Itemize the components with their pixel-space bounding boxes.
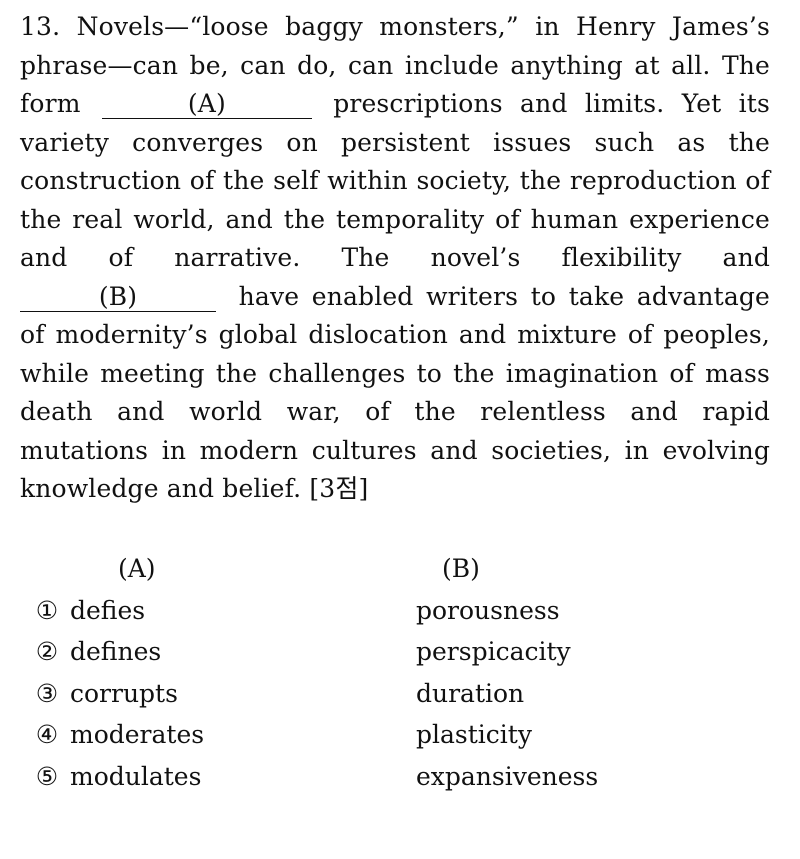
option-number: ④ [35,720,59,749]
choice-option-1[interactable]: ① defies porousness [30,590,770,632]
passage-text-3: have enabled writers to take advantage o… [20,281,770,504]
choice-option-2[interactable]: ② defines perspicacity [30,631,770,673]
option-number: ② [35,637,59,666]
blank-b: (B) [20,282,216,312]
question-passage: 13. Novels—“loose baggy monsters,” in He… [20,8,770,509]
option-b-word: perspicacity [416,637,571,666]
choice-option-5[interactable]: ⑤ modulates expansiveness [30,756,770,798]
question-number: 13. [20,12,61,41]
option-number: ⑤ [35,761,59,791]
column-a-header: (A) [118,554,156,583]
answer-choices: (A) (B) ① defies porousness ② defines pe… [30,548,770,797]
option-a-word: corrupts [70,678,178,708]
option-a-word: moderates [70,720,205,749]
option-number: ③ [35,678,59,708]
choice-option-3[interactable]: ③ corrupts duration [30,673,770,715]
choice-option-4[interactable]: ④ moderates plasticity [30,714,770,756]
option-a-word: modulates [70,761,202,791]
points-label: [3점] [309,474,369,503]
option-b-word: plasticity [416,720,532,749]
blank-a: (A) [101,90,312,119]
option-number: ① [35,595,59,625]
option-b-word: expansiveness [416,761,599,791]
option-a-word: defies [70,595,146,625]
option-a-word: defines [70,637,162,666]
option-b-word: duration [416,678,525,708]
column-b-header: (B) [442,554,480,583]
option-b-word: porousness [416,595,560,625]
choices-header: (A) (B) [30,548,770,590]
